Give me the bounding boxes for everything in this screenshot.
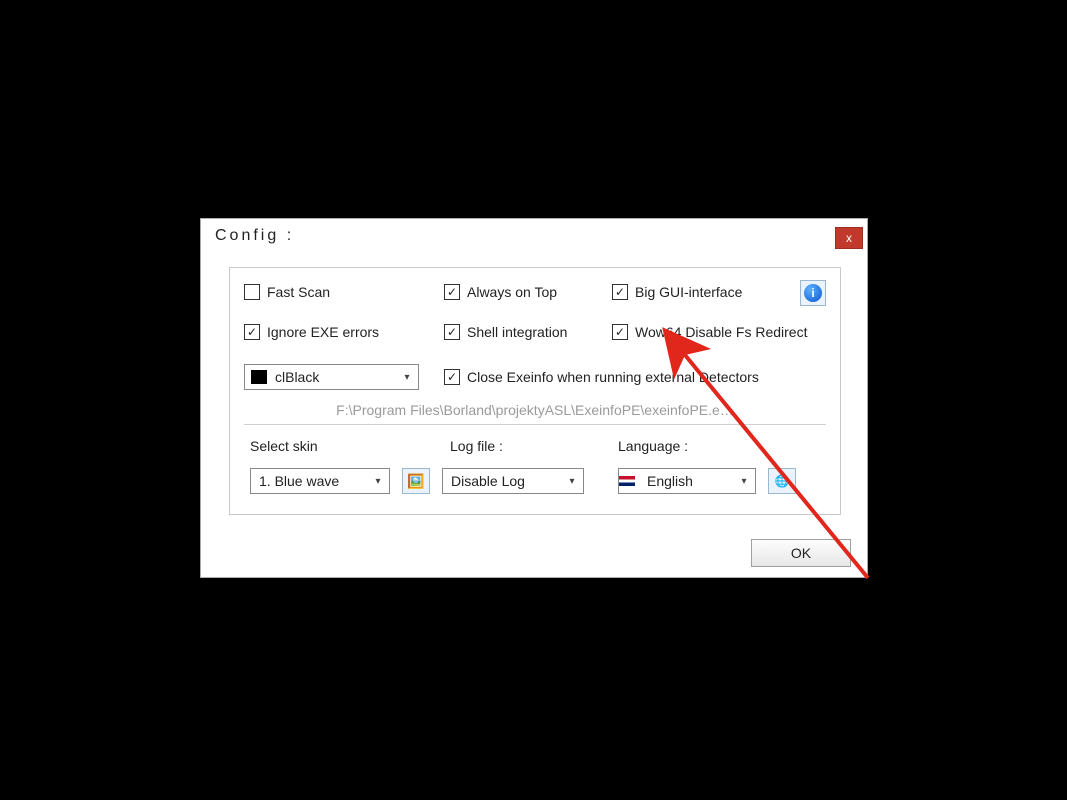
checkbox-box: ✓: [612, 324, 628, 340]
close-icon: x: [846, 231, 852, 245]
log-value: Disable Log: [443, 473, 561, 489]
labels-row: Select skin Log file : Language :: [250, 438, 826, 454]
color-combobox[interactable]: clBlack ▾: [244, 364, 419, 390]
close-exeinfo-checkbox[interactable]: ✓ Close Exeinfo when running external De…: [444, 369, 759, 385]
checkbox-label: Close Exeinfo when running external Dete…: [467, 369, 759, 385]
checkbox-box: ✓: [444, 324, 460, 340]
log-file-label: Log file :: [450, 438, 618, 454]
big-gui-checkbox[interactable]: ✓ Big GUI-interface: [612, 284, 826, 300]
language-value: English: [639, 473, 733, 489]
selects-row: 1. Blue wave ▾ 🖼️ Disable Log ▾ English …: [250, 468, 826, 494]
dialog-title: Config :: [215, 227, 294, 245]
skin-combobox[interactable]: 1. Blue wave ▾: [250, 468, 390, 494]
globe-icon: 🌐: [775, 474, 790, 488]
checkbox-box: ✓: [612, 284, 628, 300]
color-value: clBlack: [267, 369, 396, 385]
checkbox-label: Always on Top: [467, 284, 557, 300]
chevron-down-icon: ▾: [733, 469, 755, 493]
row-2: ✓ Ignore EXE errors ✓ Shell integration …: [244, 324, 826, 340]
ok-button[interactable]: OK: [751, 539, 851, 567]
checkbox-label: Fast Scan: [267, 284, 330, 300]
skin-value: 1. Blue wave: [251, 473, 367, 489]
checkbox-box: [244, 284, 260, 300]
checkbox-label: Ignore EXE errors: [267, 324, 379, 340]
wow64-checkbox[interactable]: ✓ Wow64 Disable Fs Redirect: [612, 324, 826, 340]
titlebar: Config : x: [201, 219, 867, 253]
shell-integration-checkbox[interactable]: ✓ Shell integration: [444, 324, 612, 340]
checkbox-box: ✓: [444, 369, 460, 385]
log-combobox[interactable]: Disable Log ▾: [442, 468, 584, 494]
chevron-down-icon: ▾: [396, 365, 418, 389]
checkbox-box: ✓: [444, 284, 460, 300]
flag-icon: [619, 476, 635, 486]
chevron-down-icon: ▾: [367, 469, 389, 493]
color-swatch: [251, 370, 267, 384]
divider: [244, 424, 826, 425]
close-button[interactable]: x: [835, 227, 863, 249]
checkbox-box: ✓: [244, 324, 260, 340]
row-1: Fast Scan ✓ Always on Top ✓ Big GUI-inte…: [244, 284, 826, 300]
language-extra-button[interactable]: 🌐: [768, 468, 796, 494]
path-text: F:\Program Files\Borland\projektyASL\Exe…: [244, 402, 826, 418]
options-panel: i Fast Scan ✓ Always on Top ✓ Big GUI-in…: [229, 267, 841, 515]
ok-label: OK: [791, 545, 811, 561]
language-combobox[interactable]: English ▾: [618, 468, 756, 494]
picture-icon: 🖼️: [407, 473, 424, 490]
always-on-top-checkbox[interactable]: ✓ Always on Top: [444, 284, 612, 300]
config-dialog: Config : x i Fast Scan ✓ Always on Top ✓…: [200, 218, 868, 578]
language-label: Language :: [618, 438, 788, 454]
chevron-down-icon: ▾: [561, 469, 583, 493]
fast-scan-checkbox[interactable]: Fast Scan: [244, 284, 444, 300]
row-3: clBlack ▾ ✓ Close Exeinfo when running e…: [244, 364, 826, 390]
skin-preview-button[interactable]: 🖼️: [402, 468, 430, 494]
checkbox-label: Big GUI-interface: [635, 284, 742, 300]
checkbox-label: Wow64 Disable Fs Redirect: [635, 324, 807, 340]
ignore-exe-errors-checkbox[interactable]: ✓ Ignore EXE errors: [244, 324, 444, 340]
select-skin-label: Select skin: [250, 438, 450, 454]
checkbox-label: Shell integration: [467, 324, 567, 340]
